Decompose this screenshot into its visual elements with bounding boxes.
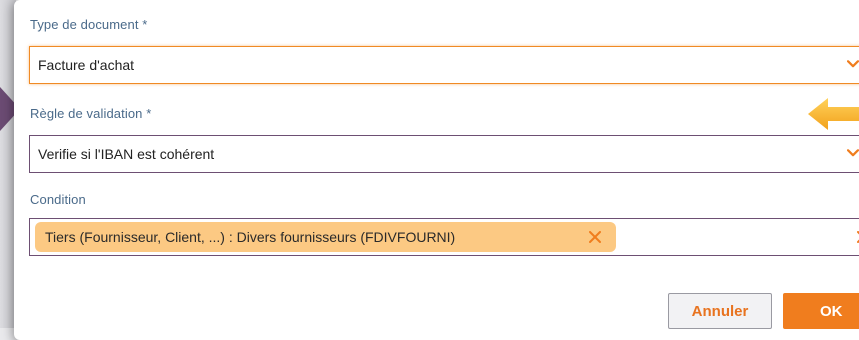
close-icon[interactable] xyxy=(589,231,601,243)
validation-rule-value: Verifie si l'IBAN est cohérent xyxy=(38,146,215,162)
chevron-down-icon[interactable] xyxy=(847,149,859,157)
chevron-down-icon[interactable] xyxy=(847,60,859,68)
arrow-left-icon xyxy=(808,98,859,130)
validation-rule-label: Règle de validation * xyxy=(30,106,152,121)
condition-label: Condition xyxy=(30,192,86,207)
ok-button[interactable]: OK xyxy=(783,293,859,329)
doc-type-label: Type de document * xyxy=(30,17,148,32)
cancel-button[interactable]: Annuler xyxy=(668,293,772,329)
condition-chip-label: Tiers (Fournisseur, Client, ...) : Diver… xyxy=(45,229,456,245)
condition-field[interactable]: Tiers (Fournisseur, Client, ...) : Diver… xyxy=(29,218,859,256)
validation-rule-dialog: Type de document * Facture d'achat Règle… xyxy=(14,0,859,340)
validation-rule-select[interactable]: Verifie si l'IBAN est cohérent xyxy=(29,135,859,173)
condition-chip: Tiers (Fournisseur, Client, ...) : Diver… xyxy=(35,222,616,252)
doc-type-select[interactable]: Facture d'achat xyxy=(29,46,859,84)
doc-type-value: Facture d'achat xyxy=(38,57,135,73)
